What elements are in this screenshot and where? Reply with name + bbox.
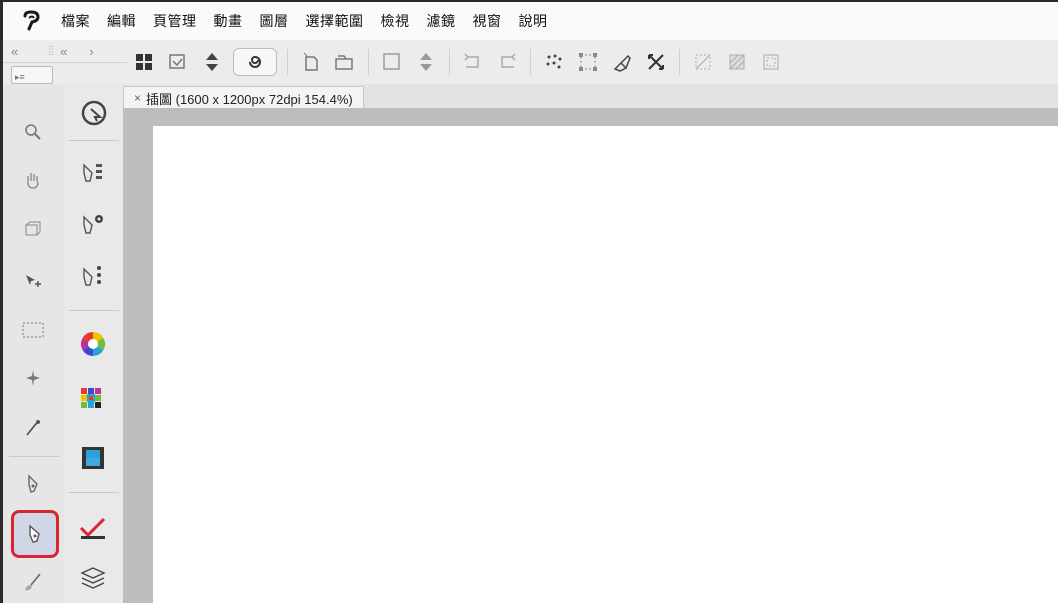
toolbar-separator (449, 49, 450, 75)
menu-bar: 檔案 編輯 頁管理 動畫 圖層 選擇範圍 檢視 濾鏡 視窗 說明 (3, 2, 1058, 41)
expand-right-icon[interactable]: › (89, 44, 93, 59)
eyedropper-icon[interactable] (13, 408, 53, 448)
cursor-icon[interactable] (71, 90, 117, 136)
menu-view[interactable]: 檢視 (381, 11, 410, 31)
animation-icon[interactable] (73, 438, 113, 478)
collapse-left-icon[interactable]: « (11, 44, 18, 59)
deselect-icon[interactable] (686, 46, 720, 78)
new-file-icon[interactable] (294, 46, 328, 78)
panel-collapse-controls: « ⦙⦙ « › (3, 40, 127, 62)
pencil-icon[interactable] (11, 510, 59, 558)
menu-selection[interactable]: 選擇範圍 (306, 11, 364, 31)
sub-tool-detail-icon[interactable] (73, 256, 113, 296)
open-icon[interactable] (328, 46, 362, 78)
panel-divider (69, 492, 119, 493)
sub-tool-icon[interactable] (73, 204, 113, 244)
panel-divider (69, 310, 119, 311)
pen-icon[interactable] (13, 464, 53, 504)
drawing-canvas[interactable] (153, 126, 1058, 603)
tab-header: ▸≡ (3, 62, 127, 85)
layers-icon[interactable] (73, 558, 113, 598)
transform-icon[interactable] (571, 46, 605, 78)
document-tab[interactable]: × 插圖 (1600 x 1200px 72dpi 154.4%) (123, 86, 364, 109)
crop-icon[interactable] (639, 46, 673, 78)
color-set-icon[interactable] (73, 380, 113, 420)
magnifier-icon[interactable] (13, 112, 53, 152)
panel-divider (69, 140, 119, 141)
menu-file[interactable]: 檔案 (61, 11, 90, 31)
color-wheel-icon[interactable] (73, 324, 113, 364)
menu-help[interactable]: 說明 (519, 11, 548, 31)
arrows-icon[interactable] (195, 46, 229, 78)
blank-icon[interactable] (375, 46, 409, 78)
rect-select-icon[interactable] (13, 310, 53, 350)
close-icon[interactable]: × (134, 91, 141, 105)
menu-edit[interactable]: 編輯 (107, 11, 136, 31)
frame-icon[interactable] (754, 46, 788, 78)
undo-icon[interactable] (456, 46, 490, 78)
toolbar-separator (679, 49, 680, 75)
toolbar-separator (368, 49, 369, 75)
panel-column (65, 84, 124, 603)
command-icons (127, 40, 788, 84)
tool-divider (9, 456, 59, 457)
brush-icon[interactable] (605, 46, 639, 78)
brush-icon[interactable] (13, 562, 53, 602)
command-bar: « ⦙⦙ « › ▸≡ (3, 40, 1058, 85)
scatter-icon[interactable] (537, 46, 571, 78)
hand-icon[interactable] (13, 160, 53, 200)
grid-icon[interactable] (127, 46, 161, 78)
pattern-icon[interactable] (720, 46, 754, 78)
document-title: 插圖 (1600 x 1200px 72dpi 154.4%) (146, 91, 353, 107)
tool-palette (3, 84, 66, 603)
redo-icon[interactable] (490, 46, 524, 78)
box-select-icon[interactable] (13, 210, 53, 250)
menu-window[interactable]: 視窗 (473, 11, 502, 31)
magic-wand-icon[interactable] (13, 358, 53, 398)
menu-animation[interactable]: 動畫 (214, 11, 243, 31)
check-icon[interactable] (73, 508, 113, 548)
panel-tab-button[interactable]: ▸≡ (11, 66, 53, 84)
app-window: 檔案 編輯 頁管理 動畫 圖層 選擇範圍 檢視 濾鏡 視窗 說明 « ⦙⦙ « … (0, 0, 1058, 603)
menu-page[interactable]: 頁管理 (153, 11, 197, 31)
toolbar-separator (530, 49, 531, 75)
document-tab-strip: × 插圖 (1600 x 1200px 72dpi 154.4%) (123, 84, 1058, 109)
menu-filter[interactable]: 濾鏡 (427, 11, 456, 31)
panel-menu-icon: ▸≡ (15, 72, 25, 82)
app-logo-icon[interactable] (3, 9, 61, 33)
collapse-left-icon[interactable]: « (60, 44, 67, 59)
menu-layer[interactable]: 圖層 (260, 11, 289, 31)
spiral-icon[interactable] (233, 48, 277, 76)
layer-props-icon[interactable] (73, 154, 113, 194)
up-down-icon[interactable] (409, 46, 443, 78)
canvas-icon[interactable] (161, 46, 195, 78)
grip-icon[interactable]: ⦙⦙ (48, 43, 54, 59)
toolbar-separator (287, 49, 288, 75)
move-icon[interactable] (13, 262, 53, 302)
